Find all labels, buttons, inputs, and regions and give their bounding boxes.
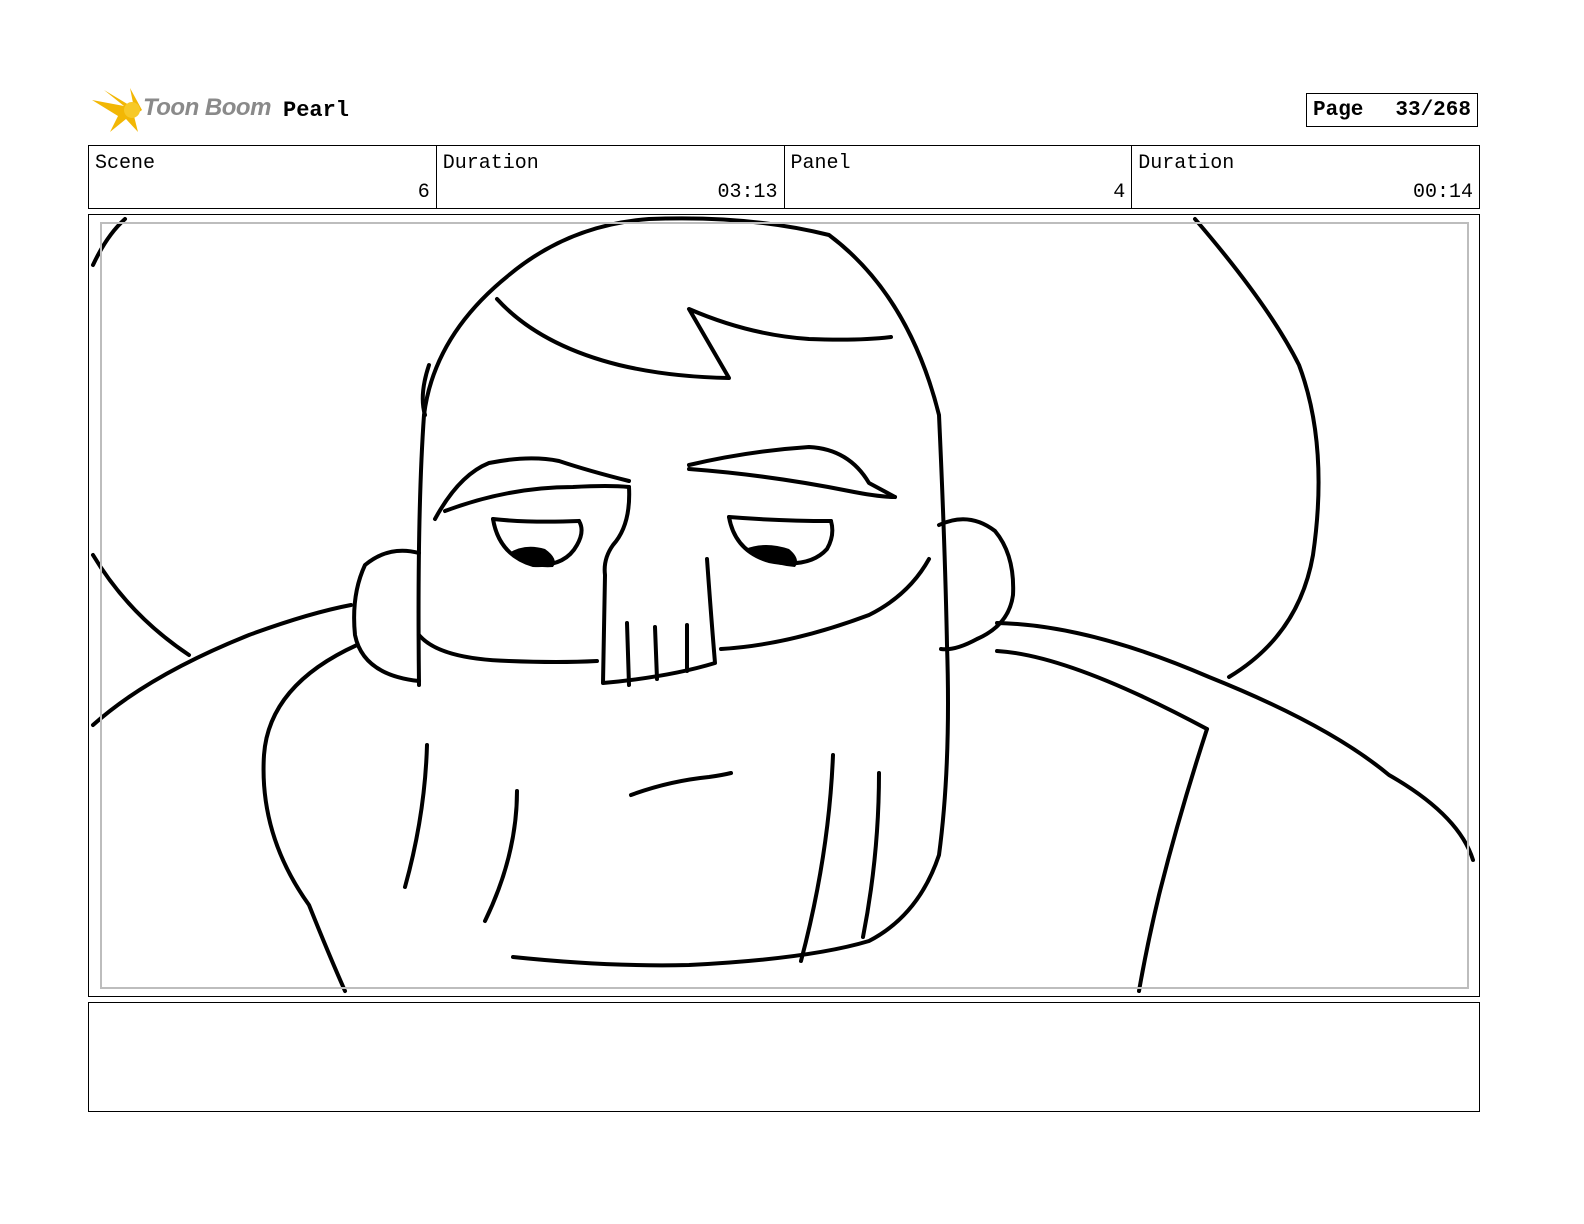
info-bar: Scene 6 Duration 03:13 Panel 4 Duration … <box>88 145 1480 209</box>
panel-notes <box>88 1002 1480 1112</box>
scene-cell: Scene 6 <box>89 146 437 208</box>
scene-duration-cell: Duration 03:13 <box>437 146 785 208</box>
storyboard-panel <box>88 214 1480 997</box>
safe-frame <box>100 222 1469 989</box>
scene-duration-label: Duration <box>442 152 539 175</box>
logo-text: Toon Boom <box>143 94 271 121</box>
panel-duration-value: 00:14 <box>1412 181 1473 204</box>
scene-label: Scene <box>95 152 156 175</box>
project-title: Pearl <box>283 98 350 123</box>
page-value: 33/268 <box>1395 98 1471 122</box>
page-label: Page <box>1313 98 1364 122</box>
scene-value: 6 <box>417 181 430 204</box>
scene-duration-value: 03:13 <box>717 181 778 204</box>
panel-duration-cell: Duration 00:14 <box>1132 146 1479 208</box>
panel-value: 4 <box>1113 181 1126 204</box>
panel-duration-label: Duration <box>1138 152 1235 175</box>
panel-label: Panel <box>790 152 851 175</box>
page-indicator: Page 33/268 <box>1306 93 1478 127</box>
panel-cell: Panel 4 <box>785 146 1133 208</box>
